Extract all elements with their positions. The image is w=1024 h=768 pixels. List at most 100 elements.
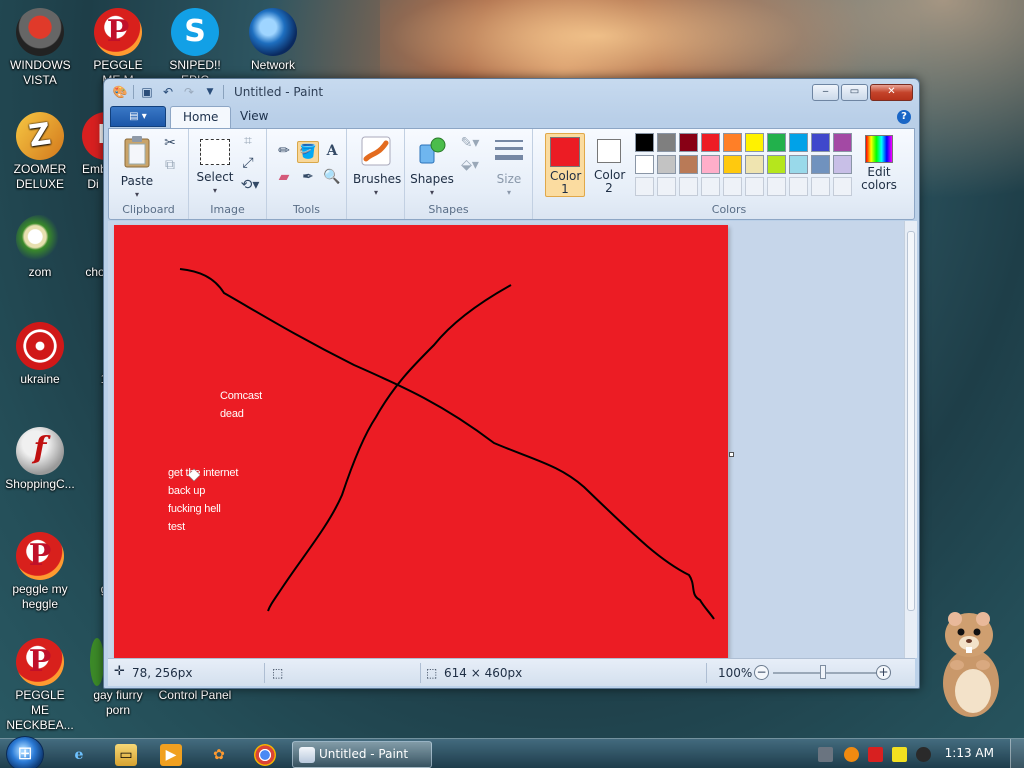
paste-button[interactable]: Paste ▾: [117, 135, 157, 201]
help-icon[interactable]: ?: [897, 110, 911, 124]
save-icon[interactable]: ▣: [139, 84, 155, 100]
crop-icon[interactable]: ⌗: [237, 131, 259, 153]
start-button[interactable]: [6, 736, 44, 768]
desktop-icon-emb[interactable]: Emb Di: [78, 112, 104, 192]
title-bar[interactable]: 🎨 ▣ ↶ ↷ ▼ Untitled - Paint ‒ ▭ ✕: [104, 79, 919, 105]
show-desktop-button[interactable]: [1010, 739, 1024, 768]
resize-icon[interactable]: ⤢: [237, 153, 259, 175]
vertical-scrollbar[interactable]: [904, 221, 917, 658]
palette-swatch[interactable]: [745, 155, 764, 174]
flag-icon[interactable]: [868, 747, 883, 762]
palette-swatch[interactable]: [833, 133, 852, 152]
shapes-button[interactable]: Shapes ▾: [407, 135, 457, 199]
undo-icon[interactable]: ↶: [160, 84, 176, 100]
palette-swatch-empty[interactable]: [789, 177, 808, 196]
fill-icon[interactable]: 🪣: [297, 141, 319, 163]
palette-swatch-empty[interactable]: [811, 177, 830, 196]
desktop-icon-sniped[interactable]: SNIPED!! EPIC: [155, 8, 235, 88]
clock[interactable]: 1:13 AM: [945, 746, 994, 760]
tab-home[interactable]: Home: [170, 106, 232, 129]
palette-swatch[interactable]: [723, 133, 742, 152]
maximize-button[interactable]: ▭: [841, 84, 868, 101]
volume-icon[interactable]: [916, 747, 931, 762]
eraser-icon[interactable]: ▰: [273, 167, 295, 189]
taskbar-item-paint[interactable]: Untitled - Paint: [292, 741, 432, 768]
customize-qat-icon[interactable]: ▼: [202, 84, 218, 100]
palette-swatch[interactable]: [789, 155, 808, 174]
palette-swatch-empty[interactable]: [767, 177, 786, 196]
desktop-icon-cho[interactable]: cho: [78, 215, 104, 280]
desktop-icon-network[interactable]: Network: [233, 8, 313, 73]
palette-swatch-empty[interactable]: [679, 177, 698, 196]
palette-swatch[interactable]: [811, 155, 830, 174]
palette-swatch-empty[interactable]: [745, 177, 764, 196]
scrollbar-thumb[interactable]: [907, 231, 915, 611]
app-icon[interactable]: ✿: [208, 744, 230, 766]
palette-swatch[interactable]: [701, 155, 720, 174]
size-button[interactable]: Size ▾: [489, 135, 529, 199]
zoom-in-button[interactable]: +: [876, 665, 891, 680]
palette-swatch-empty[interactable]: [701, 177, 720, 196]
desktop-icon-peggle-me[interactable]: PEGGLE ME M: [78, 8, 158, 88]
color2-button[interactable]: Color 2: [589, 136, 629, 195]
text-icon[interactable]: A: [321, 141, 343, 163]
rotate-icon[interactable]: ⟲▾: [237, 175, 263, 197]
edit-colors-button[interactable]: Edit colors: [855, 135, 903, 192]
desktop-icon-peggle-my-heggle[interactable]: peggle my heggle: [0, 532, 80, 612]
redo-icon[interactable]: ↷: [181, 84, 197, 100]
minimize-button[interactable]: ‒: [812, 84, 839, 101]
close-button[interactable]: ✕: [870, 84, 913, 101]
color-picker-icon[interactable]: ✒: [297, 167, 319, 189]
tray-icon[interactable]: [892, 747, 907, 762]
palette-swatch[interactable]: [767, 133, 786, 152]
palette-swatch-empty[interactable]: [657, 177, 676, 196]
internet-explorer-icon[interactable]: e: [68, 744, 90, 766]
palette-swatch[interactable]: [833, 155, 852, 174]
desktop-icon-windows-vista[interactable]: WINDOWS VISTA: [0, 8, 80, 88]
magnifier-icon[interactable]: 🔍: [321, 167, 343, 189]
palette-swatch[interactable]: [679, 133, 698, 152]
tab-view[interactable]: View: [228, 106, 280, 129]
desktop-icon-shopping[interactable]: ShoppingC...: [0, 427, 80, 492]
palette-swatch[interactable]: [701, 133, 720, 152]
zoom-out-button[interactable]: −: [754, 665, 769, 680]
paint-menu-button[interactable]: ▤ ▾: [110, 106, 166, 127]
fill-style-icon[interactable]: ⬙▾: [457, 155, 483, 177]
palette-swatch[interactable]: [745, 133, 764, 152]
pencil-icon[interactable]: ✏: [273, 141, 295, 163]
palette-swatch[interactable]: [767, 155, 786, 174]
desktop-icon-partial-g[interactable]: g: [80, 532, 104, 597]
copy-icon[interactable]: ⧉: [159, 155, 181, 177]
desktop-icon-peggle-neckbeard[interactable]: PEGGLE ME NECKBEA...: [0, 638, 80, 733]
palette-swatch[interactable]: [635, 133, 654, 152]
select-button[interactable]: Select ▾: [195, 135, 235, 197]
palette-swatch[interactable]: [657, 155, 676, 174]
outline-icon[interactable]: ✎▾: [457, 133, 483, 155]
media-player-icon[interactable]: ▶: [160, 744, 182, 766]
palette-swatch[interactable]: [657, 133, 676, 152]
palette-swatch[interactable]: [635, 155, 654, 174]
cut-icon[interactable]: ✂: [159, 133, 181, 155]
chrome-icon[interactable]: [254, 744, 276, 766]
palette-swatch[interactable]: [679, 155, 698, 174]
palette-swatch[interactable]: [811, 133, 830, 152]
tray-icon[interactable]: [818, 747, 833, 762]
zoom-slider-thumb[interactable]: [820, 665, 826, 679]
palette-swatch-empty[interactable]: [833, 177, 852, 196]
desktop-icon-ukraine[interactable]: ukraine: [0, 322, 80, 387]
desktop-icon-partial[interactable]: 1: [80, 322, 104, 387]
desktop-icon-zom[interactable]: zom: [0, 215, 80, 280]
paint-app-icon[interactable]: 🎨: [112, 84, 128, 100]
palette-swatch[interactable]: [789, 133, 808, 152]
zoom-slider[interactable]: [773, 672, 883, 674]
desktop-icon-zoomer-deluxe[interactable]: ZOOMER DELUXE: [0, 108, 80, 192]
explorer-icon[interactable]: ▭: [115, 744, 137, 766]
palette-swatch[interactable]: [723, 155, 742, 174]
canvas-resize-handle[interactable]: [729, 452, 734, 457]
tray-icon[interactable]: [844, 747, 859, 762]
paint-window[interactable]: 🎨 ▣ ↶ ↷ ▼ Untitled - Paint ‒ ▭ ✕ ▤ ▾ Hom…: [103, 78, 920, 689]
brushes-button[interactable]: Brushes ▾: [353, 135, 401, 199]
palette-swatch-empty[interactable]: [723, 177, 742, 196]
drawing-canvas[interactable]: Comcast dead get the internet back up fu…: [114, 225, 728, 658]
color1-button[interactable]: Color 1: [545, 133, 585, 197]
